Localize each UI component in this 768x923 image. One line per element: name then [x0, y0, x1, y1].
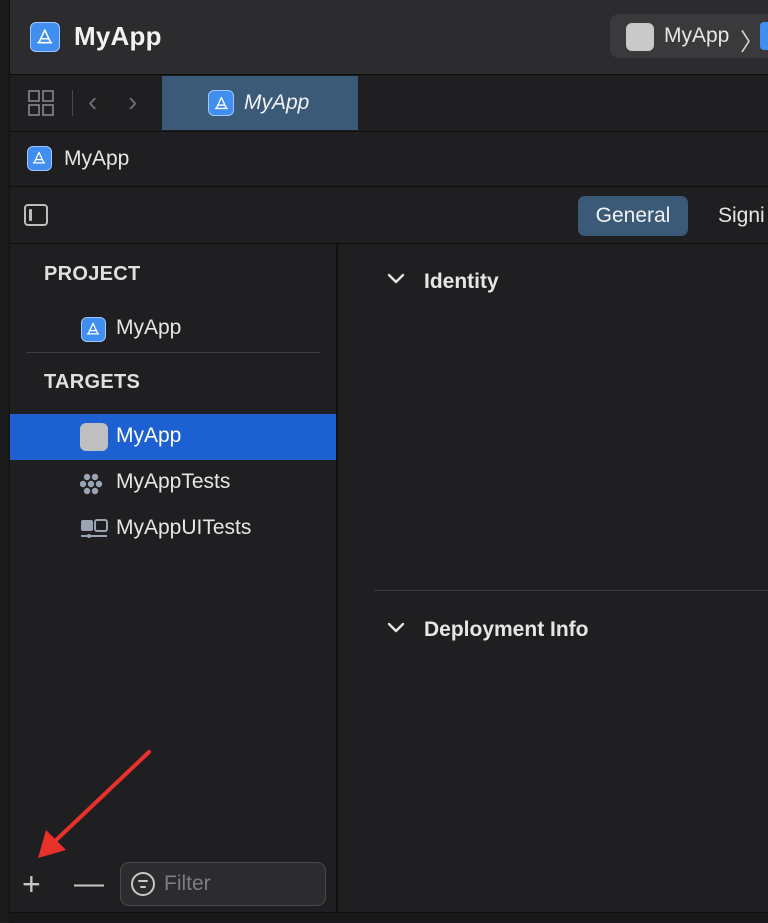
xcode-project-icon [208, 90, 234, 116]
window-bottom-edge [10, 912, 768, 923]
unit-tests-icon [79, 472, 106, 496]
xcode-project-icon [30, 22, 60, 52]
divider [374, 590, 768, 591]
window-left-edge [0, 0, 10, 922]
scheme-name[interactable]: MyApp [664, 24, 729, 48]
breadcrumb[interactable]: MyApp [64, 147, 129, 171]
app-target-icon [80, 423, 108, 451]
back-chevron-icon[interactable]: ‹ [88, 86, 97, 118]
sidebar-item-label[interactable]: MyAppUITests [116, 516, 251, 540]
destination-icon[interactable] [760, 22, 768, 50]
targets-section-header: TARGETS [44, 371, 141, 393]
xcode-project-icon [81, 317, 106, 342]
related-items-grid-icon[interactable] [28, 90, 54, 116]
sidebar-item-label[interactable]: MyAppTests [116, 470, 230, 494]
sidebar-item-label[interactable]: MyApp [116, 424, 181, 448]
xcode-project-icon [27, 146, 52, 171]
add-target-button[interactable]: + [22, 868, 41, 900]
toolbar-divider [72, 90, 73, 116]
tab-general[interactable]: General [578, 196, 688, 236]
section-deployment-title[interactable]: Deployment Info [424, 618, 589, 642]
ui-tests-icon [80, 518, 108, 540]
filter-input[interactable] [164, 870, 314, 898]
sidebar-toggle-icon[interactable] [24, 204, 48, 226]
chevron-down-icon[interactable] [386, 617, 406, 643]
chevron-down-icon[interactable] [386, 268, 406, 294]
tab-bar [10, 75, 768, 132]
filter-icon [131, 872, 155, 896]
divider [26, 352, 320, 353]
sidebar-item-project[interactable]: MyApp [116, 316, 181, 340]
tab-label[interactable]: MyApp [244, 91, 309, 115]
remove-target-button[interactable]: — [74, 868, 104, 900]
tab-signing[interactable]: Signi [718, 204, 765, 228]
section-identity-title[interactable]: Identity [424, 270, 499, 294]
forward-chevron-icon[interactable]: › [128, 86, 137, 118]
app-target-icon [626, 23, 654, 51]
project-section-header: PROJECT [44, 263, 141, 285]
annotation-arrow [38, 750, 151, 858]
window-title: MyApp [74, 21, 162, 51]
